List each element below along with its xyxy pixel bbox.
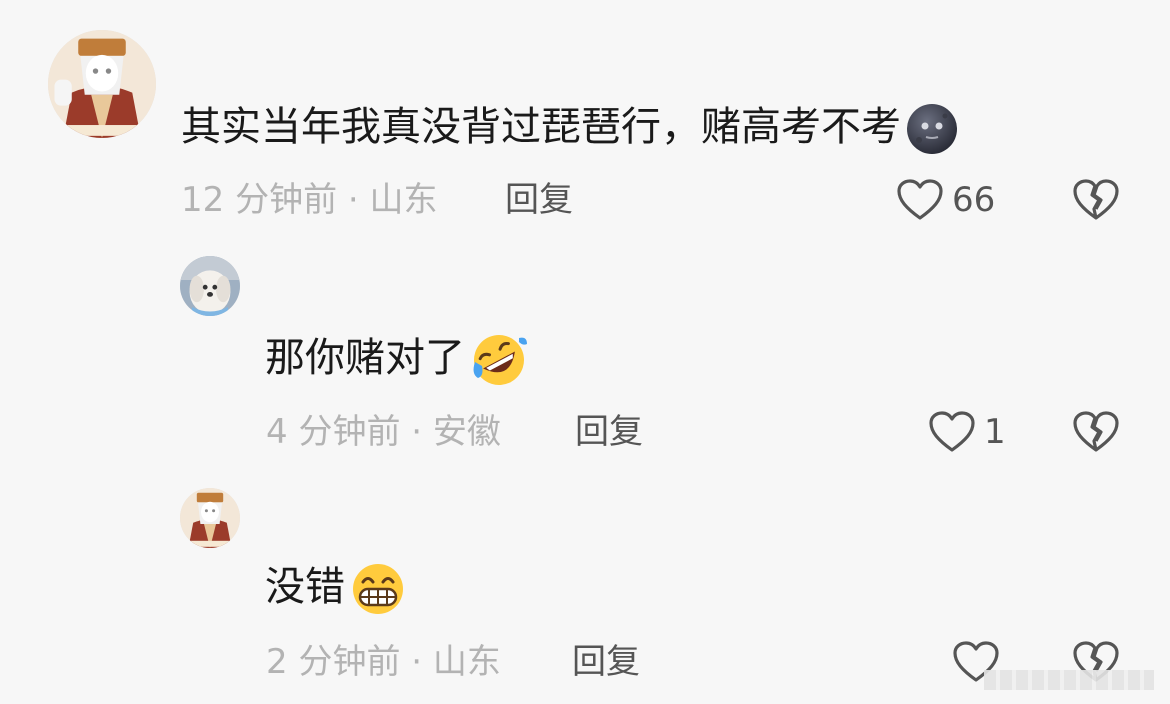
like-button[interactable]: 1	[928, 410, 1006, 454]
comment-meta: 2 分钟前 · 山东	[266, 640, 501, 684]
avatar[interactable]	[180, 488, 240, 548]
reply-button[interactable]: 回复	[572, 640, 640, 684]
heart-icon	[928, 410, 984, 454]
monk-avatar-icon	[48, 30, 156, 138]
meta-separator: ·	[400, 412, 433, 452]
comment-text: 其实当年我真没背过琵琶行，赌高考不考	[181, 102, 959, 156]
heart-icon	[896, 178, 952, 222]
comment-text-content: 那你赌对了	[265, 335, 465, 381]
dislike-button[interactable]	[1072, 410, 1120, 454]
reply-button[interactable]: 回复	[505, 178, 573, 222]
timestamp: 4 分钟前	[266, 412, 401, 452]
new-moon-face-icon	[905, 102, 959, 156]
like-button[interactable]: 66	[896, 178, 995, 222]
avatar[interactable]	[48, 30, 156, 138]
watermark	[984, 670, 1154, 690]
reply-button[interactable]: 回复	[575, 410, 643, 454]
timestamp: 2 分钟前	[266, 642, 401, 682]
grinning-face-with-smiling-eyes-icon	[349, 562, 407, 616]
meta-separator: ·	[400, 642, 433, 682]
comment-meta: 12 分钟前 · 山东	[181, 178, 438, 222]
rolling-on-the-floor-laughing-icon	[469, 332, 529, 388]
location: 山东	[369, 180, 438, 220]
comment-text: 那你赌对了	[265, 332, 529, 388]
comment-text: 没错	[265, 562, 407, 616]
avatar[interactable]	[180, 256, 240, 316]
timestamp: 12 分钟前	[181, 180, 338, 220]
dislike-button[interactable]	[1072, 178, 1120, 222]
dog-avatar-icon	[180, 256, 240, 316]
comment-text-content: 其实当年我真没背过琵琶行，赌高考不考	[181, 104, 901, 150]
comment-meta: 4 分钟前 · 安徽	[266, 410, 501, 454]
like-count: 1	[984, 412, 1006, 452]
broken-heart-icon	[1072, 410, 1120, 454]
monk-avatar-icon	[180, 488, 240, 548]
comment-text-content: 没错	[265, 564, 345, 610]
like-count: 66	[952, 180, 996, 220]
broken-heart-icon	[1072, 178, 1120, 222]
meta-separator: ·	[337, 180, 370, 220]
location: 安徽	[432, 412, 501, 452]
location: 山东	[432, 642, 501, 682]
